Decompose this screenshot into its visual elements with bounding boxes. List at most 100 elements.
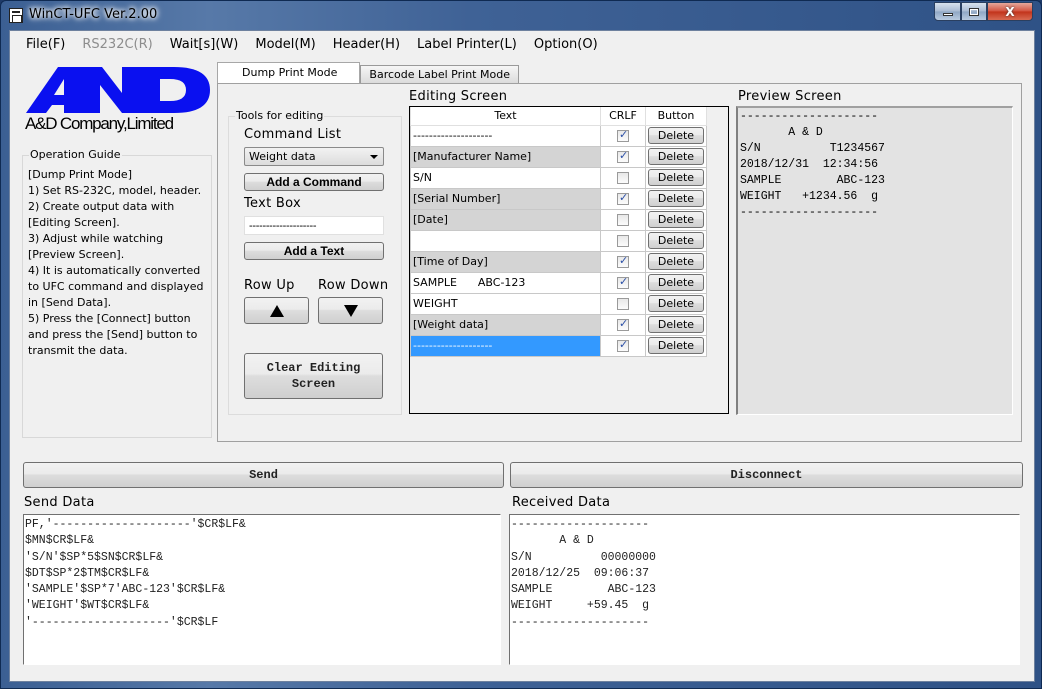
editing-row[interactable]: [Weight data] Delete <box>410 313 707 336</box>
editing-screen-title: Editing Screen <box>409 89 508 104</box>
crlf-checkbox[interactable] <box>617 254 629 268</box>
editing-row-crlf-cell <box>600 250 646 273</box>
maximize-button[interactable] <box>961 2 987 21</box>
editing-row-button-cell: Delete <box>645 166 707 189</box>
crlf-checkbox[interactable] <box>617 149 629 163</box>
triangle-down-icon <box>343 304 358 317</box>
delete-row-button[interactable]: Delete <box>648 316 704 333</box>
crlf-checkbox[interactable] <box>617 338 629 352</box>
crlf-checkbox[interactable] <box>617 235 629 247</box>
crlf-checkbox[interactable] <box>617 275 629 289</box>
minimize-button[interactable] <box>934 2 961 21</box>
editing-row[interactable]: [Date] Delete <box>410 208 707 231</box>
editing-row-text[interactable]: S/N <box>410 166 601 189</box>
editing-row-text[interactable]: [Weight data] <box>410 313 601 336</box>
delete-row-button[interactable]: Delete <box>648 274 704 291</box>
menu-file[interactable]: File(F) <box>18 37 73 52</box>
editing-row[interactable]: S/N Delete <box>410 166 707 189</box>
tools-title: Tools for editing <box>235 109 325 122</box>
crlf-checkbox[interactable] <box>617 191 629 205</box>
editing-row-button-cell: Delete <box>645 271 707 294</box>
crlf-checkbox[interactable] <box>617 317 629 331</box>
column-header-crlf: CRLF <box>600 107 646 126</box>
delete-row-button[interactable]: Delete <box>648 337 704 354</box>
editing-row-text[interactable]: [Manufacturer Name] <box>410 145 601 168</box>
editing-row[interactable]: SAMPLE ABC-123 Delete <box>410 271 707 294</box>
text-box-input[interactable] <box>244 216 384 235</box>
delete-row-button[interactable]: Delete <box>648 253 704 270</box>
editing-row-button-cell: Delete <box>645 313 707 336</box>
editing-grid: Text CRLF Button -------------------- Del… <box>409 106 729 414</box>
delete-row-button[interactable]: Delete <box>648 169 704 186</box>
editing-row-text[interactable]: [Date] <box>410 208 601 231</box>
editing-row-button-cell: Delete <box>645 187 707 210</box>
editing-row-text[interactable] <box>410 229 601 252</box>
delete-row-button[interactable]: Delete <box>648 190 704 207</box>
add-command-button[interactable]: Add a Command <box>244 173 384 191</box>
editing-row-text[interactable]: WEIGHT <box>410 292 601 315</box>
app-icon <box>9 8 23 23</box>
clear-editing-screen-button[interactable]: Clear Editing Screen <box>244 353 383 399</box>
send-data-textarea[interactable]: PF,'--------------------'$CR$LF& $MN$CR$… <box>23 514 501 665</box>
editing-row-text[interactable]: SAMPLE ABC-123 <box>410 271 601 294</box>
crlf-checkbox[interactable] <box>617 298 629 310</box>
menu-option[interactable]: Option(O) <box>526 37 606 52</box>
editing-row-button-cell: Delete <box>645 334 707 357</box>
send-data-title: Send Data <box>24 495 95 510</box>
clear-button-line1: Clear Editing <box>266 361 361 375</box>
editing-row[interactable]: Delete <box>410 229 707 252</box>
editing-row[interactable]: [Time of Day] Delete <box>410 250 707 273</box>
delete-row-button[interactable]: Delete <box>648 148 704 165</box>
delete-row-button[interactable]: Delete <box>648 211 704 228</box>
editing-row-button-cell: Delete <box>645 229 707 252</box>
row-up-button[interactable] <box>244 297 309 324</box>
crlf-checkbox[interactable] <box>617 214 629 226</box>
editing-row-button-cell: Delete <box>645 124 707 147</box>
editing-row[interactable]: [Serial Number] Delete <box>410 187 707 210</box>
editing-row-text[interactable]: [Time of Day] <box>410 250 601 273</box>
menu-model[interactable]: Model(M) <box>247 37 323 52</box>
delete-row-button[interactable]: Delete <box>648 232 704 249</box>
tab-barcode-label-print-mode[interactable]: Barcode Label Print Mode <box>360 65 519 84</box>
editing-row[interactable]: WEIGHT Delete <box>410 292 707 315</box>
editing-row[interactable]: -------------------- Delete <box>410 124 707 147</box>
delete-row-button[interactable]: Delete <box>648 295 704 312</box>
preview-screen: -------------------- A & D S/N T1234567 … <box>736 106 1013 415</box>
editing-row-text[interactable]: -------------------- <box>410 334 601 357</box>
menu-label-printer[interactable]: Label Printer(L) <box>409 37 525 52</box>
crlf-checkbox[interactable] <box>617 172 629 184</box>
editing-row-button-cell: Delete <box>645 292 707 315</box>
row-up-label: Row Up <box>244 278 295 293</box>
menu-rs232c[interactable]: RS232C(R) <box>74 37 160 52</box>
chevron-down-icon <box>370 155 378 159</box>
window-controls: X <box>934 2 1033 21</box>
menu-header[interactable]: Header(H) <box>325 37 408 52</box>
editing-row[interactable]: -------------------- Delete <box>410 334 707 357</box>
crlf-checkbox[interactable] <box>617 128 629 142</box>
menu-bar: File(F) RS232C(R) Wait[s](W) Model(M) He… <box>10 31 1034 57</box>
tab-dump-print-mode[interactable]: Dump Print Mode <box>217 62 361 84</box>
minimize-icon <box>942 13 953 16</box>
command-list-label: Command List <box>244 127 342 142</box>
row-down-button[interactable] <box>318 297 383 324</box>
editing-row[interactable]: [Manufacturer Name] Delete <box>410 145 707 168</box>
editing-row-button-cell: Delete <box>645 250 707 273</box>
disconnect-button[interactable]: Disconnect <box>510 462 1023 488</box>
editing-row-button-cell: Delete <box>645 145 707 168</box>
received-data-title: Received Data <box>512 495 611 510</box>
add-text-button[interactable]: Add a Text <box>244 242 384 260</box>
editing-row-text[interactable]: [Serial Number] <box>410 187 601 210</box>
company-name: A&D Company,Limited <box>25 114 174 133</box>
menu-wait[interactable]: Wait[s](W) <box>162 37 247 52</box>
command-list-select[interactable]: Weight data <box>244 147 384 166</box>
clear-button-line2: Screen <box>291 377 336 391</box>
close-button[interactable]: X <box>987 2 1033 21</box>
editing-row-crlf-cell <box>600 334 646 357</box>
editing-row-crlf-cell <box>600 313 646 336</box>
delete-row-button[interactable]: Delete <box>648 127 704 144</box>
close-icon: X <box>1005 4 1015 19</box>
editing-row-text[interactable]: -------------------- <box>410 124 601 147</box>
send-button[interactable]: Send <box>23 462 504 488</box>
company-logo: A&D Company,Limited <box>24 65 212 135</box>
received-data-textarea[interactable]: -------------------- A & D S/N 00000000 … <box>509 514 1020 665</box>
